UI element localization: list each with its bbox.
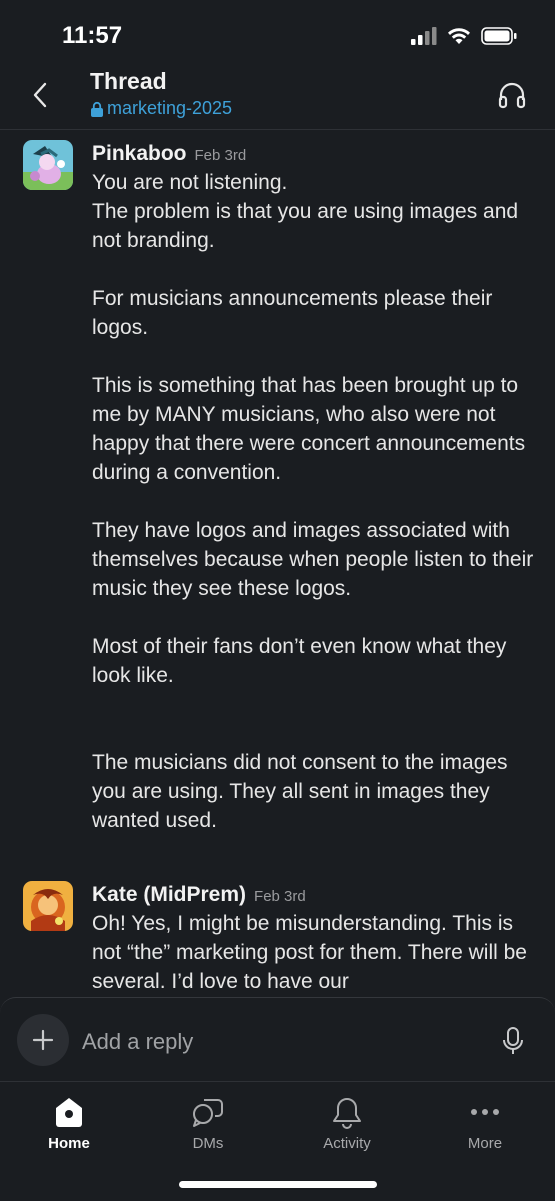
avatar-pinkaboo[interactable] <box>23 140 73 190</box>
battery-icon <box>481 27 517 45</box>
add-attachment-button[interactable] <box>17 1014 69 1066</box>
message-author[interactable]: Kate (MidPrem) <box>92 883 246 907</box>
tab-dms[interactable]: DMs <box>158 1094 258 1152</box>
thread-header: Thread marketing-2025 <box>0 62 555 130</box>
home-indicator <box>179 1181 377 1188</box>
message-time: Feb 3rd <box>194 147 247 164</box>
reply-input[interactable] <box>80 1024 484 1060</box>
headphones-icon <box>498 82 526 109</box>
huddle-button[interactable] <box>497 80 527 110</box>
page-title: Thread <box>90 68 167 94</box>
status-icons <box>411 27 517 45</box>
lock-icon <box>91 101 103 117</box>
chevron-left-icon <box>33 82 47 108</box>
bell-icon <box>333 1098 361 1129</box>
more-icon <box>471 1109 499 1115</box>
tab-label: Home <box>48 1135 90 1152</box>
wifi-icon <box>448 28 470 44</box>
status-time: 11:57 <box>62 22 123 49</box>
plus-icon <box>32 1029 54 1051</box>
home-icon <box>56 1098 82 1127</box>
avatar-kate[interactable] <box>23 881 73 931</box>
tab-label: Activity <box>323 1135 371 1152</box>
message-item[interactable]: Pinkaboo Feb 3rd You are not listening. … <box>0 130 555 835</box>
back-button[interactable] <box>26 78 56 112</box>
message-author[interactable]: Pinkaboo <box>92 142 187 166</box>
status-bar: 11:57 <box>0 0 555 70</box>
signal-icon <box>411 27 437 45</box>
message-item[interactable]: Kate (MidPrem) Feb 3rd Oh! Yes, I might … <box>0 871 555 996</box>
channel-link[interactable]: marketing-2025 <box>90 98 232 119</box>
message-list[interactable]: Pinkaboo Feb 3rd You are not listening. … <box>0 130 555 1000</box>
tab-label: More <box>467 1135 503 1152</box>
tab-home[interactable]: Home <box>19 1094 119 1152</box>
tab-activity[interactable]: Activity <box>297 1094 397 1152</box>
message-time: Feb 3rd <box>254 888 306 905</box>
tab-more[interactable]: More <box>435 1094 535 1152</box>
dms-icon <box>193 1099 223 1127</box>
microphone-button[interactable] <box>501 1026 525 1056</box>
microphone-icon <box>503 1027 523 1054</box>
message-text: Oh! Yes, I might be misunderstanding. Th… <box>92 912 533 993</box>
reply-composer <box>0 997 555 1082</box>
tab-label: DMs <box>192 1135 224 1152</box>
channel-name: marketing-2025 <box>107 98 233 118</box>
message-text: You are not listening. The problem is th… <box>92 171 534 832</box>
